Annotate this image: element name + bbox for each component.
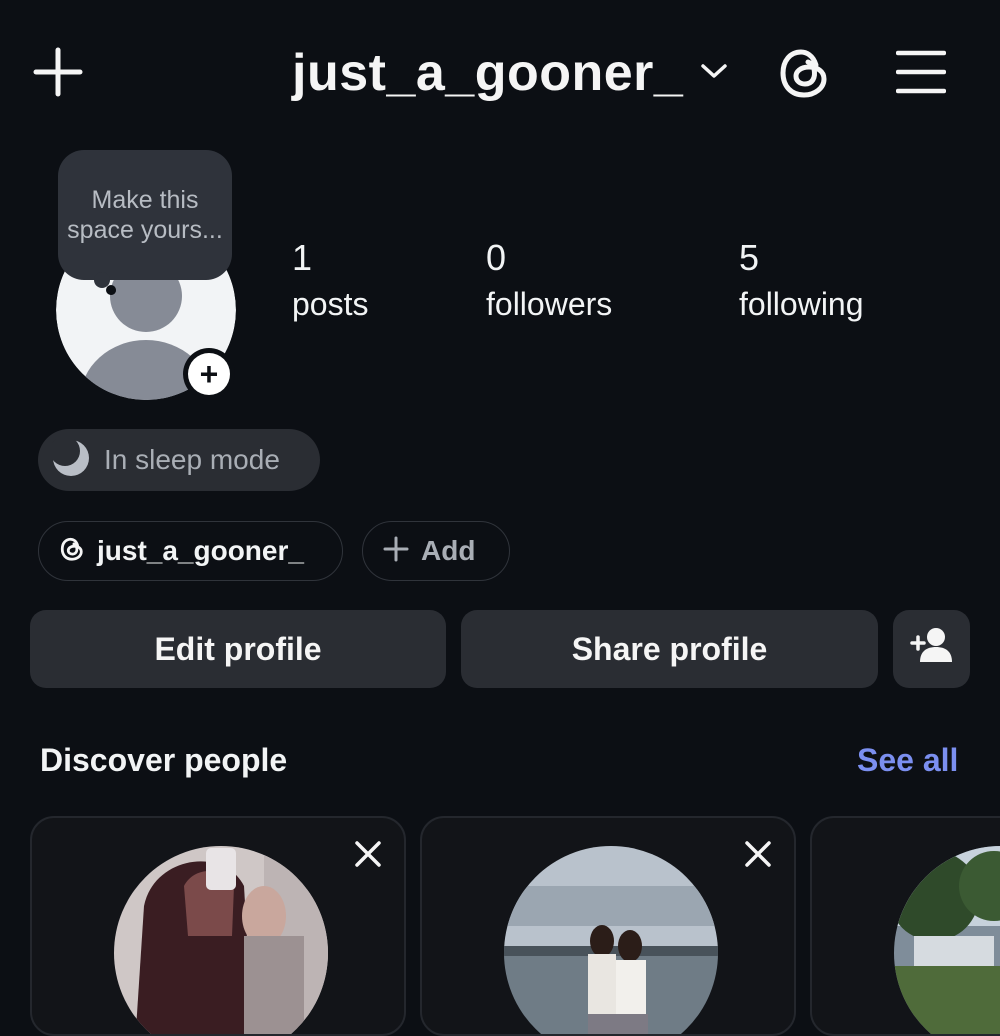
add-story-button[interactable]: + bbox=[183, 348, 235, 400]
note-dot bbox=[106, 285, 116, 295]
add-link-label: Add bbox=[421, 535, 476, 566]
create-plus-icon[interactable] bbox=[30, 44, 86, 100]
stat-followers[interactable]: 0 followers bbox=[486, 236, 612, 326]
plus-icon: + bbox=[188, 353, 230, 395]
suggestion-card[interactable] bbox=[420, 816, 796, 1036]
suggestion-card[interactable] bbox=[810, 816, 1000, 1036]
add-link-button[interactable]: Add bbox=[362, 521, 510, 581]
account-switcher[interactable]: just_a_gooner_ bbox=[292, 38, 728, 108]
stat-following-value: 5 bbox=[739, 237, 760, 278]
moon-icon bbox=[50, 435, 90, 482]
chevron-down-icon bbox=[701, 63, 728, 84]
add-person-icon bbox=[909, 626, 954, 672]
profile-username: just_a_gooner_ bbox=[292, 44, 684, 102]
suggestion-avatar[interactable] bbox=[114, 846, 328, 1034]
close-icon[interactable] bbox=[744, 840, 772, 868]
threads-profile-link[interactable]: just_a_gooner_ bbox=[38, 521, 343, 581]
stat-following-label: following bbox=[739, 286, 864, 322]
stat-followers-label: followers bbox=[486, 286, 613, 322]
status-chip[interactable]: In sleep mode bbox=[38, 429, 320, 491]
threads-icon[interactable] bbox=[776, 45, 832, 101]
share-profile-button[interactable]: Share profile bbox=[461, 610, 878, 688]
threads-handle: just_a_gooner_ bbox=[97, 535, 304, 566]
discover-people-button[interactable] bbox=[893, 610, 970, 688]
stat-following[interactable]: 5 following bbox=[739, 236, 864, 326]
stat-posts-value: 1 bbox=[292, 237, 313, 278]
note-bubble-text: Make this space yours... bbox=[67, 186, 223, 244]
stat-posts-label: posts bbox=[292, 286, 369, 322]
edit-profile-button[interactable]: Edit profile bbox=[30, 610, 446, 688]
stat-posts[interactable]: 1 posts bbox=[292, 236, 368, 326]
status-chip-label: In sleep mode bbox=[104, 444, 280, 475]
menu-icon[interactable] bbox=[895, 48, 947, 96]
suggestion-avatar[interactable] bbox=[894, 846, 1000, 1034]
see-all-link[interactable]: See all bbox=[857, 742, 958, 779]
plus-icon bbox=[383, 536, 409, 567]
close-icon[interactable] bbox=[354, 840, 382, 868]
threads-icon bbox=[59, 536, 85, 567]
stat-followers-value: 0 bbox=[486, 237, 507, 278]
note-bubble[interactable]: Make this space yours... bbox=[58, 150, 232, 280]
suggestion-avatar[interactable] bbox=[504, 846, 718, 1034]
suggestion-card[interactable] bbox=[30, 816, 406, 1036]
discover-people-heading: Discover people bbox=[40, 742, 288, 778]
